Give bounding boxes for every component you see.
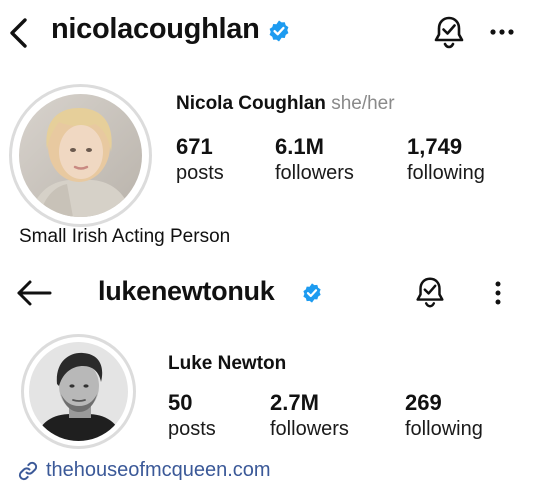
back-arrow-icon[interactable] bbox=[14, 278, 54, 308]
profile-2-avatar[interactable] bbox=[29, 342, 128, 441]
followers-label[interactable]: followers bbox=[270, 418, 349, 441]
followers-count[interactable]: 6.1M bbox=[275, 134, 324, 160]
verified-badge-icon bbox=[269, 20, 289, 42]
more-options-icon[interactable] bbox=[487, 20, 517, 44]
avatar-photo bbox=[19, 94, 142, 217]
profile-2-website-link[interactable]: thehouseofmcqueen.com bbox=[46, 459, 271, 482]
posts-count[interactable]: 671 bbox=[176, 134, 213, 160]
link-icon bbox=[18, 461, 38, 481]
following-label[interactable]: following bbox=[405, 418, 483, 441]
notifications-bell-icon[interactable] bbox=[412, 274, 448, 310]
notifications-bell-icon[interactable] bbox=[430, 13, 468, 51]
avatar-photo bbox=[29, 342, 128, 441]
profile-1-username: nicolacoughlan bbox=[51, 13, 260, 45]
posts-label[interactable]: posts bbox=[168, 418, 216, 441]
posts-count[interactable]: 50 bbox=[168, 390, 192, 416]
profile-1-bio: Small Irish Acting Person bbox=[19, 226, 231, 247]
profile-2-display-name: Luke Newton bbox=[168, 353, 287, 374]
profile-1-display-name: Nicola Coughlan she/her bbox=[176, 93, 395, 115]
posts-label[interactable]: posts bbox=[176, 162, 224, 185]
verified-badge-icon bbox=[303, 283, 321, 303]
back-chevron-icon[interactable] bbox=[4, 16, 34, 50]
pronouns-text: she/her bbox=[331, 93, 395, 114]
display-name-text: Nicola Coughlan bbox=[176, 93, 326, 114]
following-count[interactable]: 1,749 bbox=[407, 134, 462, 160]
followers-count[interactable]: 2.7M bbox=[270, 390, 319, 416]
following-label[interactable]: following bbox=[407, 162, 485, 185]
profile-2-username: lukenewtonuk bbox=[98, 276, 275, 306]
more-options-vertical-icon[interactable] bbox=[488, 280, 508, 306]
followers-label[interactable]: followers bbox=[275, 162, 354, 185]
following-count[interactable]: 269 bbox=[405, 390, 442, 416]
profile-1-avatar[interactable] bbox=[19, 94, 142, 217]
